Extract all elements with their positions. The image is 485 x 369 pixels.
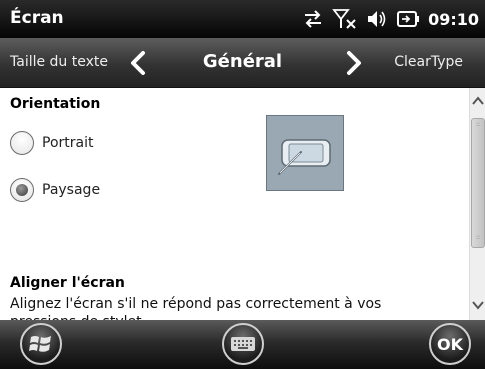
status-bar: Écran 09:10 xyxy=(0,0,485,38)
scroll-thumb[interactable]: :: :: xyxy=(471,118,485,248)
align-description[interactable]: Alignez l'écran s'il ne répond pas corre… xyxy=(10,295,450,320)
settings-content: Orientation Portrait Paysage Aligner l'é… xyxy=(0,88,485,320)
battery-icon[interactable] xyxy=(396,10,420,28)
tab-header: Taille du texte Général ClearType xyxy=(0,38,485,88)
chevron-up-icon xyxy=(472,96,484,105)
keyboard-button[interactable] xyxy=(222,323,264,365)
tab-next-label[interactable]: ClearType xyxy=(394,54,463,70)
status-icons: 09:10 xyxy=(302,6,479,32)
windows-logo-icon xyxy=(29,336,51,352)
radio-portrait-label: Portrait xyxy=(42,135,94,151)
landscape-device-icon xyxy=(278,139,331,175)
chevron-down-icon xyxy=(472,301,484,310)
radio-portrait-button[interactable] xyxy=(10,131,34,155)
connectivity-icon[interactable] xyxy=(302,9,324,29)
keyboard-icon xyxy=(231,337,255,351)
volume-icon[interactable] xyxy=(366,9,388,29)
scroll-down-button[interactable] xyxy=(470,292,485,318)
signal-off-icon[interactable] xyxy=(332,8,358,30)
scroll-up-button[interactable] xyxy=(470,88,485,114)
chevron-right-icon[interactable] xyxy=(344,50,364,80)
app-title: Écran xyxy=(10,8,64,28)
bottom-bar: OK xyxy=(0,320,485,369)
radio-landscape-label: Paysage xyxy=(42,182,101,198)
orientation-preview-image xyxy=(266,115,344,191)
scrollbar[interactable]: :: :: xyxy=(469,88,485,320)
radio-portrait[interactable]: Portrait xyxy=(10,131,93,155)
grip-icon: :: xyxy=(476,234,481,241)
clock[interactable]: 09:10 xyxy=(428,10,479,29)
start-button[interactable] xyxy=(20,323,62,365)
radio-landscape-button[interactable] xyxy=(10,178,34,202)
grip-icon: :: xyxy=(476,121,481,128)
orientation-heading: Orientation xyxy=(10,96,101,112)
radio-landscape[interactable]: Paysage xyxy=(10,178,100,202)
align-heading: Aligner l'écran xyxy=(10,275,125,291)
ok-button[interactable]: OK xyxy=(429,323,471,365)
